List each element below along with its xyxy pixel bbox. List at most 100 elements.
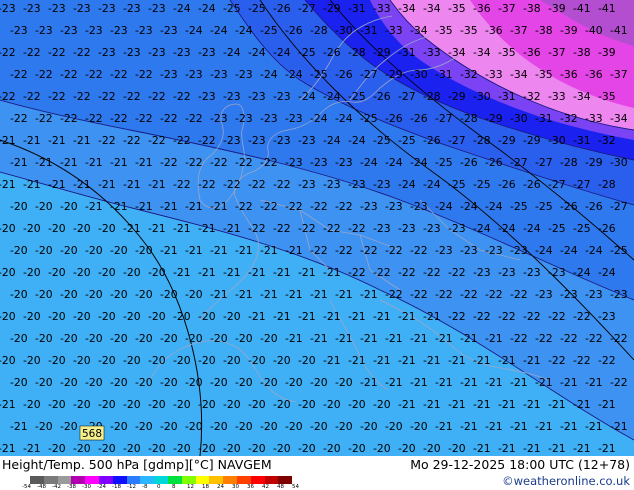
credit-link[interactable]: ©weatheronline.co.uk	[502, 474, 630, 488]
temp-label: -23	[98, 2, 116, 15]
temp-label: -20	[210, 420, 228, 433]
temp-label: -33	[385, 24, 403, 37]
temp-label: -22	[285, 200, 303, 213]
temp-label: -25	[348, 90, 366, 103]
temp-label: -21	[398, 310, 416, 323]
temp-label: -41	[598, 2, 616, 15]
color-scale-tick: 30	[232, 484, 239, 490]
temp-label: -23	[398, 222, 416, 235]
temp-label: -21	[548, 398, 566, 411]
temp-label: -20	[73, 442, 91, 455]
color-scale-tick: 42	[262, 484, 269, 490]
temp-label: -20	[148, 310, 166, 323]
temp-label: -26	[598, 222, 616, 235]
temp-label: -24	[560, 244, 578, 257]
color-scale-tick: -30	[82, 484, 91, 490]
temp-label: -22	[110, 68, 128, 81]
temp-label: -24	[185, 24, 203, 37]
temp-label: -24	[535, 244, 553, 257]
temp-label: -33	[585, 112, 603, 125]
temp-label: -21	[348, 310, 366, 323]
color-scale-tick: 18	[202, 484, 209, 490]
temp-label: -24	[285, 68, 303, 81]
temp-label: -24	[323, 90, 341, 103]
temp-label: -30	[510, 112, 528, 125]
temp-label: -22	[373, 266, 391, 279]
temp-label: -22	[385, 244, 403, 257]
temp-label: -20	[60, 420, 78, 433]
temp-label: -20	[348, 398, 366, 411]
temp-label: -29	[373, 46, 391, 59]
temp-label: -26	[585, 200, 603, 213]
temp-label: -20	[148, 398, 166, 411]
temp-label: -21	[60, 156, 78, 169]
temp-label: -20	[85, 288, 103, 301]
temp-label: -30	[548, 134, 566, 147]
temp-label: -25	[360, 112, 378, 125]
temp-label: -21	[498, 398, 516, 411]
temp-label: -20	[123, 310, 141, 323]
temp-label: -31	[348, 2, 366, 15]
temp-label: -20	[135, 244, 153, 257]
temp-label: -21	[285, 244, 303, 257]
temp-label: -23	[335, 156, 353, 169]
temp-label: -20	[60, 288, 78, 301]
temp-label: -20	[160, 288, 178, 301]
temp-label: -23	[548, 266, 566, 279]
temp-label: -23	[523, 266, 541, 279]
temp-label: -20	[35, 376, 53, 389]
temp-label: -20	[323, 442, 341, 455]
temp-label: -20	[360, 420, 378, 433]
temp-label: -24	[273, 46, 291, 59]
temp-label: -23	[510, 244, 528, 257]
temp-label: -22	[560, 332, 578, 345]
temp-label: -21	[410, 332, 428, 345]
temp-label: -22	[48, 46, 66, 59]
temp-label: -25	[610, 244, 628, 257]
color-scale-swatch	[236, 476, 251, 484]
temp-label: -20	[110, 420, 128, 433]
temp-label: -21	[298, 310, 316, 323]
temp-label: -22	[85, 68, 103, 81]
temp-label: -21	[123, 178, 141, 191]
temp-label: -21	[260, 244, 278, 257]
temp-label: -21	[598, 398, 616, 411]
temp-label: -21	[198, 222, 216, 235]
temp-label: -22	[23, 46, 41, 59]
temp-label: -21	[410, 376, 428, 389]
color-scale-swatch	[209, 476, 224, 484]
temp-label: -20	[235, 376, 253, 389]
temp-label: -32	[523, 90, 541, 103]
temp-label: -22	[548, 310, 566, 323]
temp-label: -23	[298, 178, 316, 191]
temp-label: -20	[198, 398, 216, 411]
temp-label: -20	[73, 222, 91, 235]
temp-label: -20	[35, 420, 53, 433]
temp-label: -21	[148, 222, 166, 235]
color-scale-tick: -12	[127, 484, 136, 490]
temp-label: -25	[223, 2, 241, 15]
temp-label: -21	[398, 398, 416, 411]
temp-label: -24	[585, 244, 603, 257]
color-scale-tick: 48	[277, 484, 284, 490]
temp-label: -20	[0, 266, 16, 279]
temp-label: -20	[198, 354, 216, 367]
temp-label: -21	[448, 398, 466, 411]
temp-label: -21	[398, 354, 416, 367]
temp-label: -21	[10, 420, 28, 433]
temp-label: -21	[485, 420, 503, 433]
temp-label: -31	[573, 134, 591, 147]
temp-label: -36	[585, 68, 603, 81]
temp-label: -22	[110, 112, 128, 125]
temp-label: -23	[223, 90, 241, 103]
temp-label: -20	[135, 288, 153, 301]
temp-label: -20	[348, 442, 366, 455]
color-scale-swatch	[278, 476, 293, 484]
temp-label: -24	[573, 266, 591, 279]
temp-label: -26	[273, 2, 291, 15]
temp-label: -23	[223, 134, 241, 147]
temp-label: -20	[185, 420, 203, 433]
temp-label: -24	[523, 222, 541, 235]
temp-label: -28	[473, 134, 491, 147]
temp-label: -21	[323, 266, 341, 279]
